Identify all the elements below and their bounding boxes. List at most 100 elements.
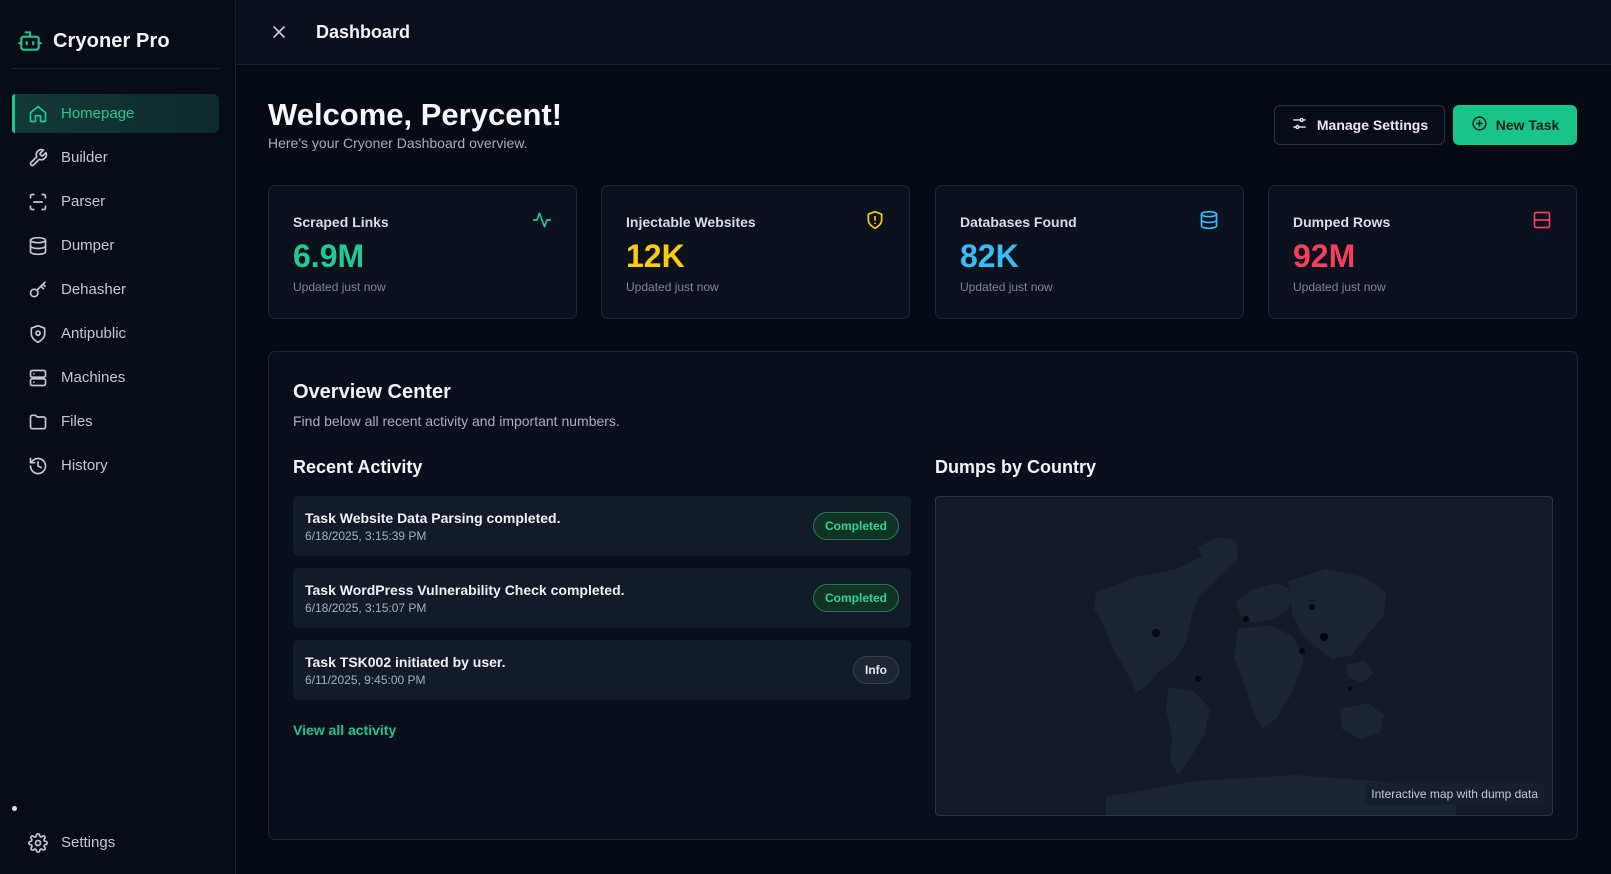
recent-activity-title: Recent Activity [293,457,423,477]
stat-label: Injectable Websites [626,214,756,230]
status-badge: Info [853,656,899,684]
robot-icon [17,28,43,54]
world-map-graphic [1094,537,1456,815]
status-badge: Completed [812,512,899,540]
sidebar-item-label: Dehasher [61,281,127,298]
home-icon [28,104,48,124]
sidebar-item-label: Dumper [61,237,115,254]
activity-title: Task WordPress Vulnerability Check compl… [305,582,625,598]
status-badge: Completed [812,584,899,612]
continent-africa [1234,625,1304,729]
history-icon [28,456,48,476]
new-task-button[interactable]: New Task [1453,105,1577,145]
stat-label: Scraped Links [293,214,389,230]
view-all-activity-link[interactable]: View all activity [293,722,396,738]
new-task-label: New Task [1495,117,1560,133]
stat-label: Databases Found [960,214,1077,230]
activity-time: 6/18/2025, 3:15:39 PM [305,529,427,543]
sidebar-item-label: Settings [61,834,116,851]
dump-marker [1348,687,1352,691]
plus-circle-icon [1471,115,1488,135]
map-caption: Interactive map with dump data [1365,783,1544,805]
dump-marker [1299,648,1305,654]
stat-value: 92M [1293,238,1356,274]
sidebar-item-label: Homepage [61,105,135,122]
page-title: Dashboard [316,22,411,42]
sidebar-item-label: Files [61,413,93,430]
stat-updated: Updated just now [626,280,719,294]
sidebar-item-dehasher[interactable]: Dehasher [12,270,219,309]
brand-name: Cryoner Pro [53,29,170,52]
sidebar-nav: Homepage Builder Parser Dumper Dehasher [12,94,219,490]
activity-time: 6/11/2025, 9:45:00 PM [305,673,426,687]
sliders-icon [1291,115,1308,135]
continent-north-america [1094,553,1228,693]
stat-card-injectable-websites: Injectable Websites 12K Updated just now [601,185,910,319]
manage-settings-button[interactable]: Manage Settings [1274,105,1445,145]
sidebar-item-label: History [61,457,108,474]
shield-icon [28,324,48,344]
sidebar-item-files[interactable]: Files [12,402,219,441]
overview-title: Overview Center [293,381,451,403]
status-dot [12,806,17,811]
world-map[interactable]: Interactive map with dump data [935,496,1553,816]
stat-card-databases-found: Databases Found 82K Updated just now [935,185,1244,319]
folder-icon [28,412,48,432]
sidebar-item-homepage[interactable]: Homepage [12,94,219,133]
key-icon [28,280,48,300]
table-rows-icon [1532,210,1552,230]
scan-icon [28,192,48,212]
continent-southeast-asia [1346,661,1374,683]
continent-south-america [1166,687,1210,775]
activity-title: Task TSK002 initiated by user. [305,654,506,670]
dump-marker [1152,629,1160,637]
stat-value: 12K [626,238,685,274]
stat-value: 82K [960,238,1019,274]
sidebar-item-label: Machines [61,369,126,386]
dump-marker [1320,633,1328,641]
overview-center: Overview Center Find below all recent ac… [268,351,1578,840]
server-icon [28,368,48,388]
shield-alert-icon [865,210,885,230]
sidebar: Cryoner Pro Homepage Builder Parser Dump… [0,0,236,874]
activity-time: 6/18/2025, 3:15:07 PM [305,601,427,615]
activity-item[interactable]: Task WordPress Vulnerability Check compl… [293,568,911,628]
database-icon [28,236,48,256]
sidebar-item-settings[interactable]: Settings [12,823,219,862]
sidebar-item-history[interactable]: History [12,446,219,485]
wrench-icon [28,148,48,168]
welcome-subtitle: Here's your Cryoner Dashboard overview. [268,135,528,151]
welcome-heading: Welcome, Perycent! [268,97,563,132]
database-icon [1199,210,1219,230]
brand[interactable]: Cryoner Pro [17,28,170,54]
sidebar-item-dumper[interactable]: Dumper [12,226,219,265]
brand-divider [12,68,219,69]
dumps-by-country-title: Dumps by Country [935,457,1097,477]
sidebar-item-builder[interactable]: Builder [12,138,219,177]
activity-item[interactable]: Task Website Data Parsing completed. 6/1… [293,496,911,556]
stat-updated: Updated just now [1293,280,1386,294]
stat-label: Dumped Rows [1293,214,1391,230]
dump-marker [1243,616,1249,622]
activity-item[interactable]: Task TSK002 initiated by user. 6/11/2025… [293,640,911,700]
continent-australia [1340,703,1384,739]
stat-card-dumped-rows: Dumped Rows 92M Updated just now [1268,185,1577,319]
overview-subtitle: Find below all recent activity and impor… [293,413,620,429]
manage-settings-label: Manage Settings [1316,117,1429,133]
stat-card-scraped-links: Scraped Links 6.9M Updated just now [268,185,577,319]
topbar: Dashboard [236,0,1611,65]
sidebar-item-label: Antipublic [61,325,127,342]
sidebar-item-label: Builder [61,149,108,166]
stat-updated: Updated just now [293,280,386,294]
close-icon[interactable] [269,22,289,42]
gear-icon [28,832,48,853]
sidebar-item-antipublic[interactable]: Antipublic [12,314,219,353]
stat-value: 6.9M [293,238,365,274]
sidebar-item-machines[interactable]: Machines [12,358,219,397]
sidebar-item-parser[interactable]: Parser [12,182,219,221]
activity-icon [532,210,552,230]
activity-title: Task Website Data Parsing completed. [305,510,561,526]
continent-asia [1288,569,1386,659]
sidebar-item-label: Parser [61,193,106,210]
dump-marker [1309,604,1315,610]
